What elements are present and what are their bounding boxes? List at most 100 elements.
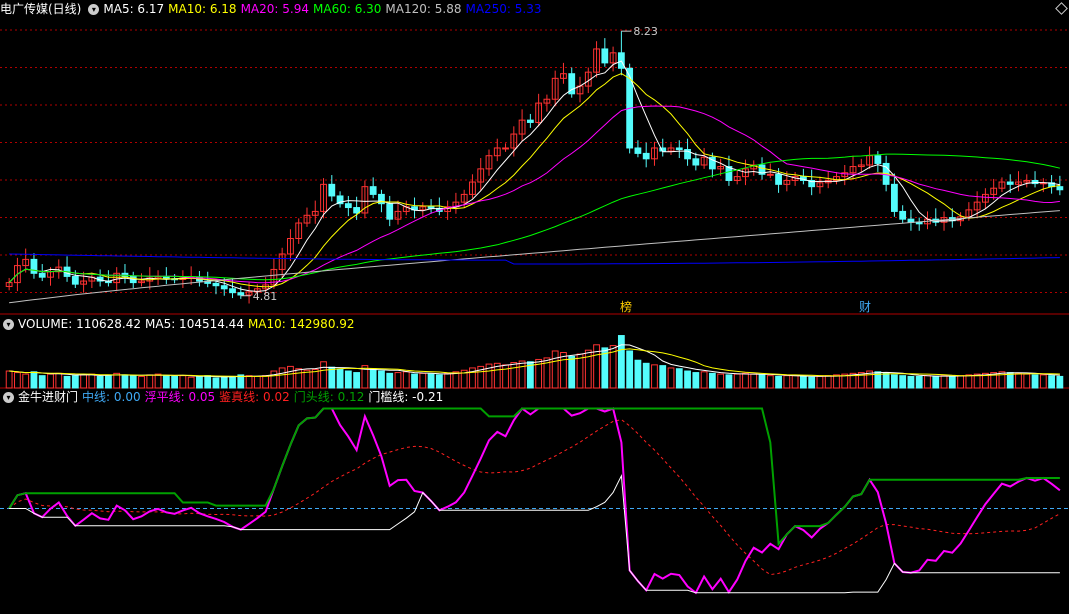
vol-legend-1: MA10: 142980.92 (247, 317, 355, 331)
volume-bar (1048, 375, 1055, 389)
volume-bar (576, 353, 584, 389)
volume-bar (328, 366, 336, 389)
candle-body (675, 147, 683, 151)
volume-bar (1023, 373, 1031, 389)
volume-bar (560, 352, 567, 389)
candle-body (344, 203, 352, 209)
candle-body (71, 275, 79, 285)
ind-legend-1: 浮平线: 0.05 (144, 390, 216, 404)
volume-bar (452, 371, 460, 389)
volume-bar (1039, 374, 1047, 389)
volume-bar (245, 375, 253, 389)
volume-bar (394, 372, 402, 389)
volume-bar (229, 375, 236, 389)
volume-bar (411, 373, 418, 389)
candle-body (874, 155, 882, 164)
volume-bar (833, 374, 840, 389)
volume-bar (725, 374, 733, 389)
price-header: 电广传媒(日线) ▾ MA5: 6.17 MA10: 6.18 MA20: 5.94 MA… (0, 1, 550, 17)
volume-bar (684, 370, 691, 389)
candle-body (220, 285, 228, 290)
volume-bar (378, 370, 385, 389)
volume-bar (171, 375, 179, 389)
chevron-down-icon[interactable]: ▾ (3, 319, 14, 330)
volume-bar (733, 373, 741, 389)
volume-bar (402, 371, 410, 389)
volume-bar (287, 365, 294, 389)
stock-title: 电广传媒(日线) (0, 2, 82, 16)
volume-bar (444, 372, 452, 389)
volume-bar (96, 375, 104, 389)
volume-bar (907, 375, 915, 389)
volume-title: VOLUME: 110628.42 (18, 317, 141, 331)
candle-body (642, 152, 650, 160)
volume-bar (38, 375, 46, 389)
volume-bar (659, 365, 667, 389)
candle-body (38, 272, 46, 278)
volume-bar (435, 374, 443, 389)
volume-bar (882, 372, 890, 389)
volume-bar (369, 368, 377, 389)
volume-bar (551, 350, 559, 389)
volume-bar (791, 375, 799, 389)
volume-bar (427, 373, 435, 389)
candle-body (907, 218, 915, 223)
volume-bar (940, 375, 948, 389)
candle-body (229, 288, 236, 294)
candle-body (890, 183, 898, 212)
ind-legend-3: 门头线: 0.12 (293, 390, 365, 404)
event-tag: 榜 (620, 299, 632, 314)
ma-legend-0: MA5: 6.17 (103, 2, 165, 16)
volume-bar (162, 375, 170, 389)
candle-body (237, 292, 245, 296)
volume-bar (253, 375, 261, 389)
ma-line-MA20 (8, 105, 1060, 284)
candle-body (766, 173, 774, 176)
candle-body (386, 203, 394, 220)
ma-legend-1: MA10: 6.18 (168, 2, 237, 16)
volume-bar (336, 368, 344, 389)
volume-bar (915, 375, 923, 389)
volume-bar (386, 372, 394, 389)
volume-bar (105, 375, 112, 389)
volume-bar (63, 375, 71, 389)
chevron-down-icon[interactable]: ▾ (88, 4, 100, 15)
indicator-header: ▾ 金牛进财门 中线: 0.00 浮平线: 0.05 鉴真线: 0.02 门头线: 0.1… (0, 389, 451, 405)
volume-bar (5, 370, 13, 389)
volume-bar (783, 375, 791, 389)
volume-bar (80, 374, 87, 389)
candle-body (601, 48, 609, 64)
event-tag: 财 (859, 300, 871, 314)
volume-bar (518, 360, 526, 389)
volume-bar (692, 372, 700, 389)
volume-header: ▾ VOLUME: 110628.42 MA5: 104514.44 MA10: 14… (0, 316, 363, 332)
volume-bar (617, 335, 625, 389)
candle-body (30, 258, 38, 274)
volume-bar (634, 359, 642, 389)
ma-legend-2: MA20: 5.94 (240, 2, 309, 16)
volume-bar (899, 375, 907, 389)
ma-legend-5: MA250: 5.33 (465, 2, 542, 16)
volume-bar (262, 375, 270, 389)
volume-bar (88, 373, 96, 389)
volume-bar (708, 372, 716, 389)
stock-chart: 8.23 4.81 榜 财 (0, 25, 1069, 595)
candle-body (775, 173, 782, 185)
volume-bar (129, 375, 137, 389)
volume-bar (295, 368, 303, 389)
chevron-down-icon[interactable]: ▾ (3, 392, 14, 403)
volume-bar (14, 372, 21, 389)
volume-ma5 (9, 344, 1060, 378)
low-label: 4.81 (253, 290, 278, 303)
candle-body (427, 206, 435, 209)
candle-body (369, 186, 377, 195)
volume-bar (775, 375, 782, 389)
volume-bar (924, 375, 931, 389)
volume-bar (154, 373, 162, 389)
volume-bar (138, 375, 145, 389)
candle-body (502, 147, 509, 150)
volume-bar (957, 375, 964, 389)
volume-bar (220, 376, 228, 389)
candle-body (526, 119, 534, 123)
candle-body (692, 158, 700, 166)
